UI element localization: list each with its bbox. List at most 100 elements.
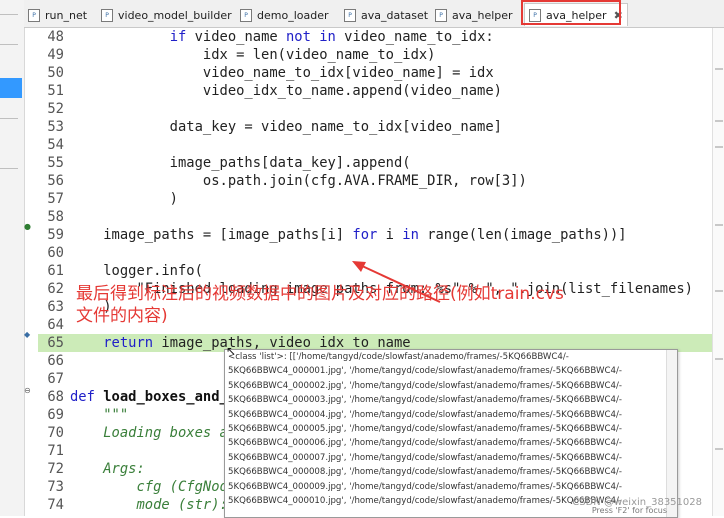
breakpoint-marker-icon[interactable]: ● [24,222,31,231]
python-file-icon: P [529,8,541,22]
left-side-panel [0,0,25,516]
code-text: Args: [70,461,145,477]
code-text: os.path.join(cfg.AVA.FRAME_DIR, row[3]) [70,173,527,189]
tooltip-content: <class 'list'>: [['/home/tangyd/code/slo… [225,350,677,508]
overview-marker [715,358,723,360]
line-number: 58 [47,209,64,225]
watermark: CSDN @weixin_38351028 [572,497,702,508]
code-line[interactable]: 60 [38,244,712,262]
overview-marker [715,448,723,450]
python-file-icon: P [240,8,252,22]
tab-ava-dataset[interactable]: P ava_dataset [344,5,428,25]
python-file-icon: P [344,8,356,22]
code-line[interactable]: 55 image_paths[data_key].append( [38,154,712,172]
code-text: data_key = video_name_to_idx[video_name] [70,119,502,135]
panel-divider [0,44,18,45]
editor-gutter: ● ◆ ⊖ [24,28,38,516]
panel-selected-item[interactable] [0,78,22,98]
close-icon[interactable]: ✖ [614,9,623,22]
python-file-icon: P [28,8,40,22]
line-number: 59 [47,227,64,243]
fold-marker-icon[interactable]: ⊖ [24,386,31,395]
tooltip-line: 5KQ66BBWC4_000007.jpg', '/home/tangyd/co… [228,452,622,463]
code-line[interactable]: 52 [38,100,712,118]
tooltip-line: 5KQ66BBWC4_000004.jpg', '/home/tangyd/co… [228,409,622,420]
line-number: 52 [47,101,64,117]
code-line[interactable]: 49 idx = len(video_name_to_idx) [38,46,712,64]
tooltip-line: <class 'list'>: [['/home/tangyd/code/slo… [228,352,569,362]
tab-demo-loader[interactable]: P demo_loader [240,5,329,25]
mouse-cursor-icon: ↖ [226,344,237,358]
tooltip-line: 5KQ66BBWC4_000006.jpg', '/home/tangyd/co… [228,438,622,449]
tooltip-line: 5KQ66BBWC4_000001.jpg', '/home/tangyd/co… [228,366,622,377]
line-number: 60 [47,245,64,261]
code-line[interactable]: 51 video_idx_to_name.append(video_name) [38,82,712,100]
code-text: image_paths[data_key].append( [70,155,411,171]
line-number: 62 [47,281,64,297]
panel-divider [0,14,18,15]
editor-tab-bar: P run_net P video_model_builder P demo_l… [24,0,724,28]
code-line[interactable]: 54 [38,136,712,154]
line-number: 69 [47,407,64,423]
code-line[interactable]: 57 ) [38,190,712,208]
line-number: 56 [47,173,64,189]
line-number: 68 [47,389,64,405]
code-line[interactable]: 50 video_name_to_idx[video_name] = idx [38,64,712,82]
line-number: 74 [47,497,64,513]
code-line[interactable]: 59 image_paths = [image_paths[i] for i i… [38,226,712,244]
line-number: 57 [47,191,64,207]
python-file-icon: P [435,8,447,22]
tab-label: demo_loader [257,8,329,22]
line-number: 51 [47,83,64,99]
line-number: 50 [47,65,64,81]
line-number: 54 [47,137,64,153]
tab-run-net[interactable]: P run_net [28,5,87,25]
code-text: video_idx_to_name.append(video_name) [70,83,502,99]
code-text: image_paths = [image_paths[i] for i in r… [70,227,627,243]
annotation-text: 最后得到标注后的视频数据中的图片及对应的路径(例如train.cvs 文件的内容… [76,283,696,327]
code-text: """ [70,407,129,423]
overview-marker [715,120,723,122]
line-number: 61 [47,263,64,279]
tab-label: ava_dataset [361,8,429,22]
line-number: 73 [47,479,64,495]
line-number: 53 [47,119,64,135]
current-line-marker-icon: ◆ [24,330,31,339]
tab-ava-helper-active[interactable]: P ava_helper ✖ [524,3,628,26]
code-line[interactable]: 61 logger.info( [38,262,712,280]
tab-video-model-builder[interactable]: P video_model_builder [101,5,232,25]
line-number: 67 [47,371,64,387]
tooltip-line: 5KQ66BBWC4_000005.jpg', '/home/tangyd/co… [228,423,622,434]
code-text: video_name_to_idx[video_name] = idx [70,65,494,81]
overview-marker [715,290,723,292]
code-line[interactable]: 58 [38,208,712,226]
annotation-line-1: 最后得到标注后的视频数据中的图片及对应的路径(例如train.cvs [76,284,564,304]
tooltip-scrollbar[interactable] [666,350,677,517]
code-line[interactable]: 53 data_key = video_name_to_idx[video_na… [38,118,712,136]
code-line[interactable]: 56 os.path.join(cfg.AVA.FRAME_DIR, row[3… [38,172,712,190]
line-number: 70 [47,425,64,441]
line-number: 48 [47,29,64,45]
line-number: 64 [47,317,64,333]
tooltip-line: 5KQ66BBWC4_000002.jpg', '/home/tangyd/co… [228,380,622,391]
tab-label: run_net [45,8,88,22]
line-number: 65 [47,335,64,351]
overview-marker [715,146,723,148]
tab-ava-helper[interactable]: P ava_helper [435,5,513,25]
tooltip-line: 5KQ66BBWC4_000008.jpg', '/home/tangyd/co… [228,467,622,478]
code-line[interactable]: 48 if video_name not in video_name_to_id… [38,28,712,46]
overview-marker [715,224,723,226]
line-number: 72 [47,461,64,477]
overview-marker [715,68,723,70]
code-text: logger.info( [70,263,203,279]
tab-label: video_model_builder [118,8,232,22]
line-number: 63 [47,299,64,315]
python-file-icon: P [101,8,113,22]
overview-ruler[interactable] [712,28,724,516]
code-text: ) [70,191,178,207]
tooltip-line: 5KQ66BBWC4_000009.jpg', '/home/tangyd/co… [228,481,622,492]
tab-label: ava_helper [452,8,513,22]
tab-label: ava_helper [546,8,607,22]
variable-hover-tooltip[interactable]: <class 'list'>: [['/home/tangyd/code/slo… [224,349,678,518]
panel-divider [0,118,18,119]
